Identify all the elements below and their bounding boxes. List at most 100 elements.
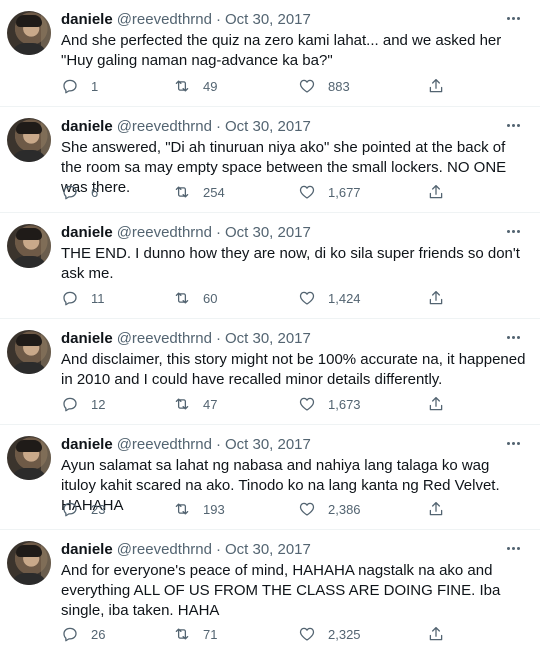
more-horizontal-icon[interactable] [504, 435, 522, 451]
share-button[interactable] [427, 182, 445, 202]
reply-button[interactable]: 6 [61, 182, 98, 202]
tweet-text: And for everyone's peace of mind, HAHAHA… [61, 562, 505, 619]
like-count: 2,325 [328, 626, 361, 642]
tweet-body: daniele @reevedthrnd · Oct 30, 2017 And … [61, 540, 526, 621]
heart-icon [299, 291, 315, 305]
author-name[interactable]: daniele [61, 436, 113, 453]
tweet-date[interactable]: Oct 30, 2017 [225, 118, 311, 135]
tweet-actions: 12 47 1,673 [61, 394, 461, 414]
like-count: 1,673 [328, 396, 361, 412]
like-count: 883 [328, 78, 350, 94]
reply-button[interactable]: 26 [61, 624, 105, 644]
heart-icon [299, 627, 315, 641]
share-button[interactable] [427, 394, 445, 414]
retweet-button[interactable]: 49 [173, 76, 217, 96]
retweet-count: 71 [203, 626, 218, 642]
like-count: 2,386 [328, 501, 361, 517]
tweet[interactable]: daniele @reevedthrnd · Oct 30, 2017 And … [0, 319, 540, 425]
reply-count: 23 [91, 501, 106, 517]
retweet-button[interactable]: 47 [173, 394, 217, 414]
tweet-date[interactable]: Oct 30, 2017 [225, 224, 311, 241]
more-horizontal-icon[interactable] [504, 540, 522, 556]
like-button[interactable]: 883 [298, 76, 350, 96]
tweet-body: daniele @reevedthrnd · Oct 30, 2017 And … [61, 329, 526, 390]
author-handle[interactable]: @reevedthrnd [117, 436, 212, 453]
tweet[interactable]: daniele @reevedthrnd · Oct 30, 2017 THE … [0, 213, 540, 319]
like-button[interactable]: 1,673 [298, 394, 361, 414]
retweet-icon [175, 80, 189, 92]
avatar[interactable] [7, 224, 51, 268]
retweet-button[interactable]: 60 [173, 288, 217, 308]
reply-count: 6 [91, 184, 99, 200]
tweet-date[interactable]: Oct 30, 2017 [225, 11, 311, 28]
reply-count: 11 [91, 290, 105, 306]
reply-button[interactable]: 23 [61, 499, 105, 519]
retweet-button[interactable]: 193 [173, 499, 225, 519]
author-handle[interactable]: @reevedthrnd [117, 118, 212, 135]
author-handle[interactable]: @reevedthrnd [117, 11, 212, 28]
separator-dot: · [215, 541, 221, 558]
author-handle[interactable]: @reevedthrnd [117, 330, 212, 347]
share-button[interactable] [427, 76, 445, 96]
more-horizontal-icon[interactable] [504, 117, 522, 133]
author-handle[interactable]: @reevedthrnd [117, 541, 212, 558]
reply-button[interactable]: 11 [61, 288, 105, 308]
author-name[interactable]: daniele [61, 11, 113, 28]
share-icon [429, 290, 443, 305]
tweet-date[interactable]: Oct 30, 2017 [225, 330, 311, 347]
avatar[interactable] [7, 330, 51, 374]
reply-icon [63, 397, 77, 412]
tweet-date[interactable]: Oct 30, 2017 [225, 541, 311, 558]
author-name[interactable]: daniele [61, 224, 113, 241]
tweet-header: daniele @reevedthrnd · Oct 30, 2017 [61, 223, 526, 242]
more-horizontal-icon[interactable] [504, 10, 522, 26]
author-name[interactable]: daniele [61, 541, 113, 558]
like-button[interactable]: 1,677 [298, 182, 361, 202]
share-button[interactable] [427, 499, 445, 519]
tweet-date[interactable]: Oct 30, 2017 [225, 436, 311, 453]
reply-icon [63, 502, 77, 517]
retweet-button[interactable]: 71 [173, 624, 217, 644]
share-button[interactable] [427, 288, 445, 308]
avatar[interactable] [7, 541, 51, 585]
reply-count: 1 [91, 78, 99, 94]
tweet-header: daniele @reevedthrnd · Oct 30, 2017 [61, 117, 526, 136]
like-count: 1,424 [328, 290, 361, 306]
retweet-icon [175, 292, 189, 304]
share-button[interactable] [427, 624, 445, 644]
reply-count: 12 [91, 396, 106, 412]
avatar[interactable] [7, 118, 51, 162]
tweet-header: daniele @reevedthrnd · Oct 30, 2017 [61, 10, 526, 29]
like-button[interactable]: 2,386 [298, 499, 361, 519]
share-icon [429, 501, 443, 516]
tweet-actions: 11 60 1,424 [61, 288, 461, 308]
avatar[interactable] [7, 11, 51, 55]
like-count: 1,677 [328, 184, 361, 200]
more-horizontal-icon[interactable] [504, 223, 522, 239]
reply-button[interactable]: 1 [61, 76, 98, 96]
reply-button[interactable]: 12 [61, 394, 105, 414]
like-button[interactable]: 1,424 [298, 288, 361, 308]
share-icon [429, 626, 443, 641]
more-horizontal-icon[interactable] [504, 329, 522, 345]
retweet-icon [175, 186, 189, 198]
tweet[interactable]: daniele @reevedthrnd · Oct 30, 2017 She … [0, 107, 540, 213]
tweet[interactable]: daniele @reevedthrnd · Oct 30, 2017 Ayun… [0, 425, 540, 530]
share-icon [429, 78, 443, 93]
tweet[interactable]: daniele @reevedthrnd · Oct 30, 2017 And … [0, 0, 540, 107]
tweet-header: daniele @reevedthrnd · Oct 30, 2017 [61, 435, 526, 454]
retweet-button[interactable]: 254 [173, 182, 225, 202]
tweet[interactable]: daniele @reevedthrnd · Oct 30, 2017 And … [0, 530, 540, 649]
share-icon [429, 396, 443, 411]
reply-icon [63, 627, 77, 642]
tweet-body: daniele @reevedthrnd · Oct 30, 2017 THE … [61, 223, 526, 284]
tweet-text: And disclaimer, this story might not be … [61, 351, 530, 388]
author-name[interactable]: daniele [61, 118, 113, 135]
retweet-icon [175, 628, 189, 640]
separator-dot: · [215, 330, 221, 347]
retweet-count: 60 [203, 290, 218, 306]
avatar[interactable] [7, 436, 51, 480]
like-button[interactable]: 2,325 [298, 624, 361, 644]
author-handle[interactable]: @reevedthrnd [117, 224, 212, 241]
author-name[interactable]: daniele [61, 330, 113, 347]
